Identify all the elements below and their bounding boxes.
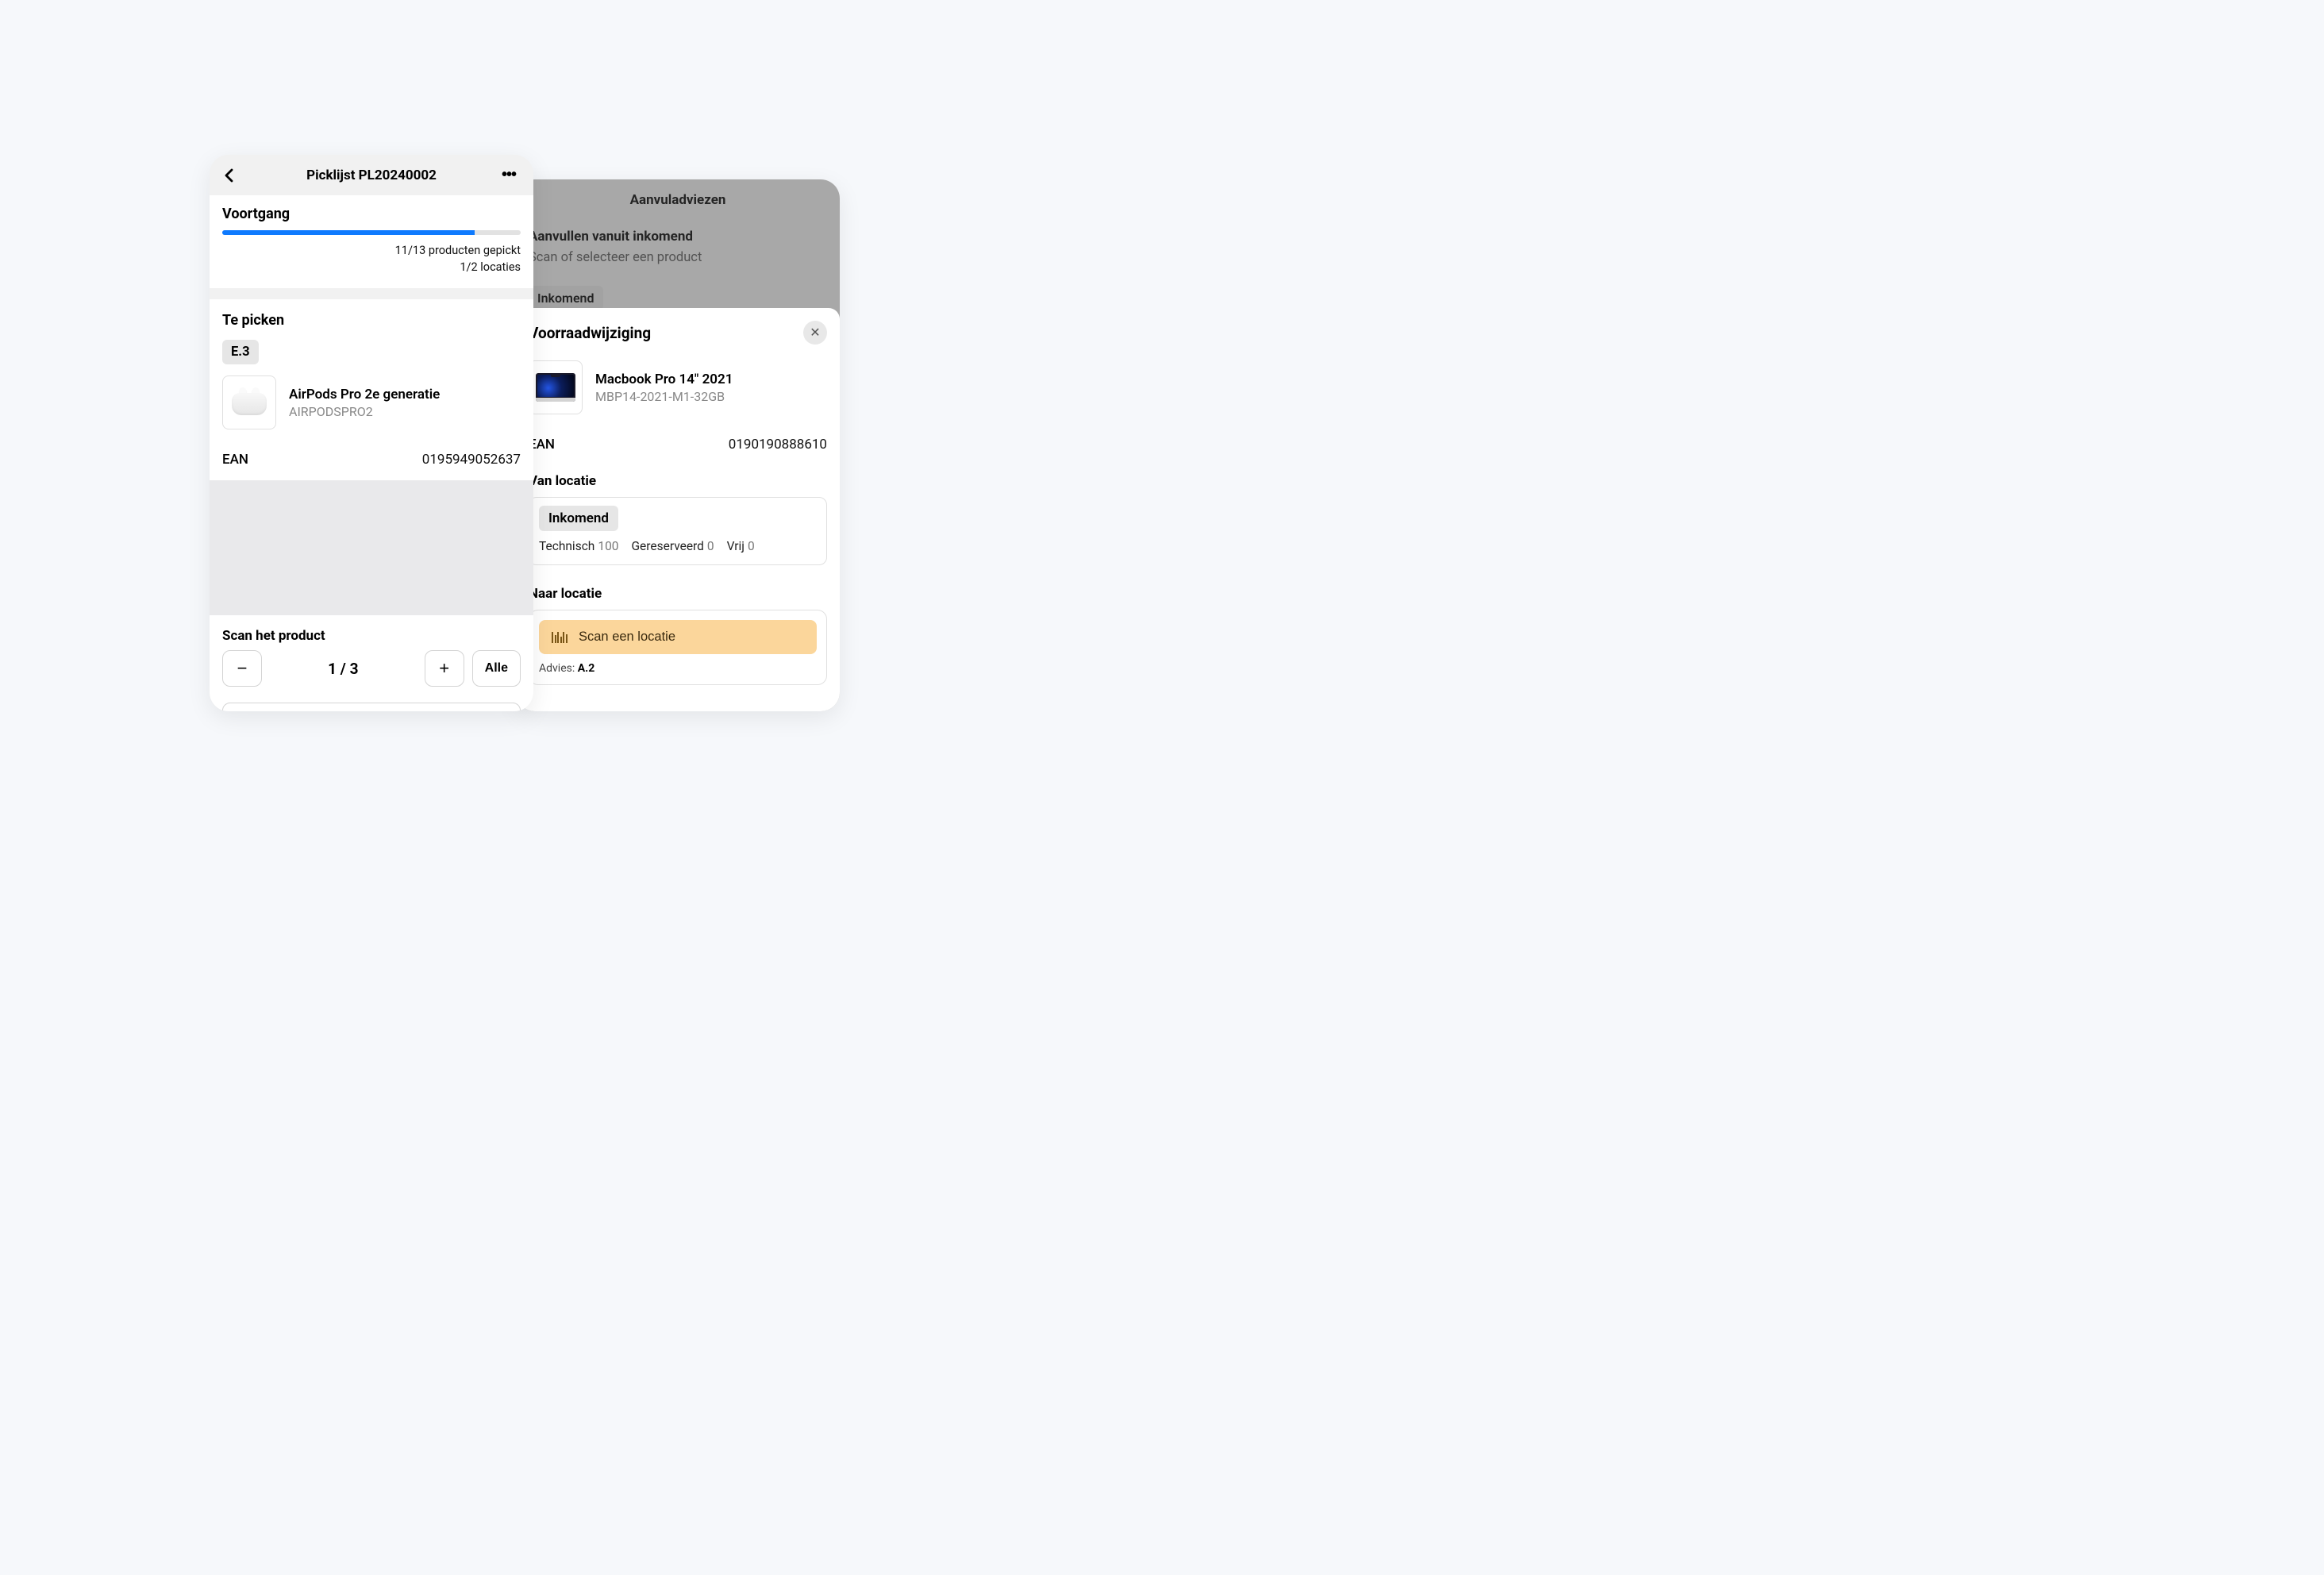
close-icon: ✕ [810,325,820,341]
to-pick-title: Te picken [222,312,521,329]
chevron-left-icon [224,168,233,183]
product-image-airpods [222,375,276,429]
stock-tech-value: 100 [598,539,618,553]
stock-res-value: 0 [707,539,714,553]
scan-title: Scan het product [222,628,521,644]
progress-bar [222,230,521,235]
close-button[interactable]: ✕ [803,321,827,345]
barcode-icon [552,632,568,643]
minus-icon: − [237,658,248,679]
scan-location-label: Scan een locatie [579,630,675,645]
ean-value: 0190190888610 [729,437,827,452]
page-title: Picklijst PL20240002 [306,168,437,183]
stock-free-label: Vrij [727,539,745,553]
stock-tech-label: Technisch [539,539,594,553]
scan-location-button[interactable]: Scan een locatie [539,620,817,654]
advice-value: A.2 [578,662,595,675]
all-button[interactable]: Alle [472,650,521,687]
ean-label: EAN [222,452,248,468]
scan-card: Scan het product − 1 / 3 + Alle Voltooie… [210,615,533,711]
more-icon: ••• [502,166,516,183]
decrement-button[interactable]: − [222,650,262,687]
from-location-box[interactable]: Inkomend Technisch100 Gereserveerd0 Vrij… [529,497,827,565]
to-pick-card: Te picken E.3 AirPods Pro 2e generatie A… [210,299,533,480]
product-sku: AIRPODSPRO2 [289,404,440,419]
from-location-pill: Inkomend [539,506,618,531]
product-name: Macbook Pro 14" 2021 [595,372,733,387]
progress-card: Voortgang 11/13 producten gepickt 1/2 lo… [210,195,533,288]
phone-right: Aanvuladviezen Aanvullen vanuit inkomend… [516,179,840,711]
product-image-macbook [529,360,583,414]
progress-label: Voortgang [222,206,521,222]
quantity-display: 1 / 3 [270,660,417,678]
plus-icon: + [439,658,449,679]
from-location-label: Van locatie [529,473,827,489]
phone-left: Picklijst PL20240002 ••• Voortgang 11/13… [210,155,533,711]
to-location-label: Naar locatie [529,586,827,602]
product-name: AirPods Pro 2e generatie [289,387,440,402]
more-button[interactable]: ••• [498,166,519,184]
voorraadwijziging-sheet: Voorraadwijziging ✕ Macbook Pro 14" 2021… [516,308,840,711]
sheet-title: Voorraadwijziging [529,324,651,342]
increment-button[interactable]: + [425,650,464,687]
progress-products: 11/13 producten gepickt [222,242,521,259]
stock-res-label: Gereserveerd [632,539,704,553]
progress-fill [222,230,475,235]
product-sku: MBP14-2021-M1-32GB [595,389,733,404]
back-button[interactable] [224,168,244,183]
empty-space [210,480,533,615]
complete-button[interactable]: Voltooien [222,703,521,711]
progress-locations: 1/2 locaties [222,259,521,275]
ean-value: 0195949052637 [422,452,521,468]
advice-label: Advies: [539,662,575,675]
stock-free-value: 0 [748,539,755,553]
location-badge: E.3 [222,340,259,364]
to-location-box: Scan een locatie Advies: A.2 [529,610,827,685]
